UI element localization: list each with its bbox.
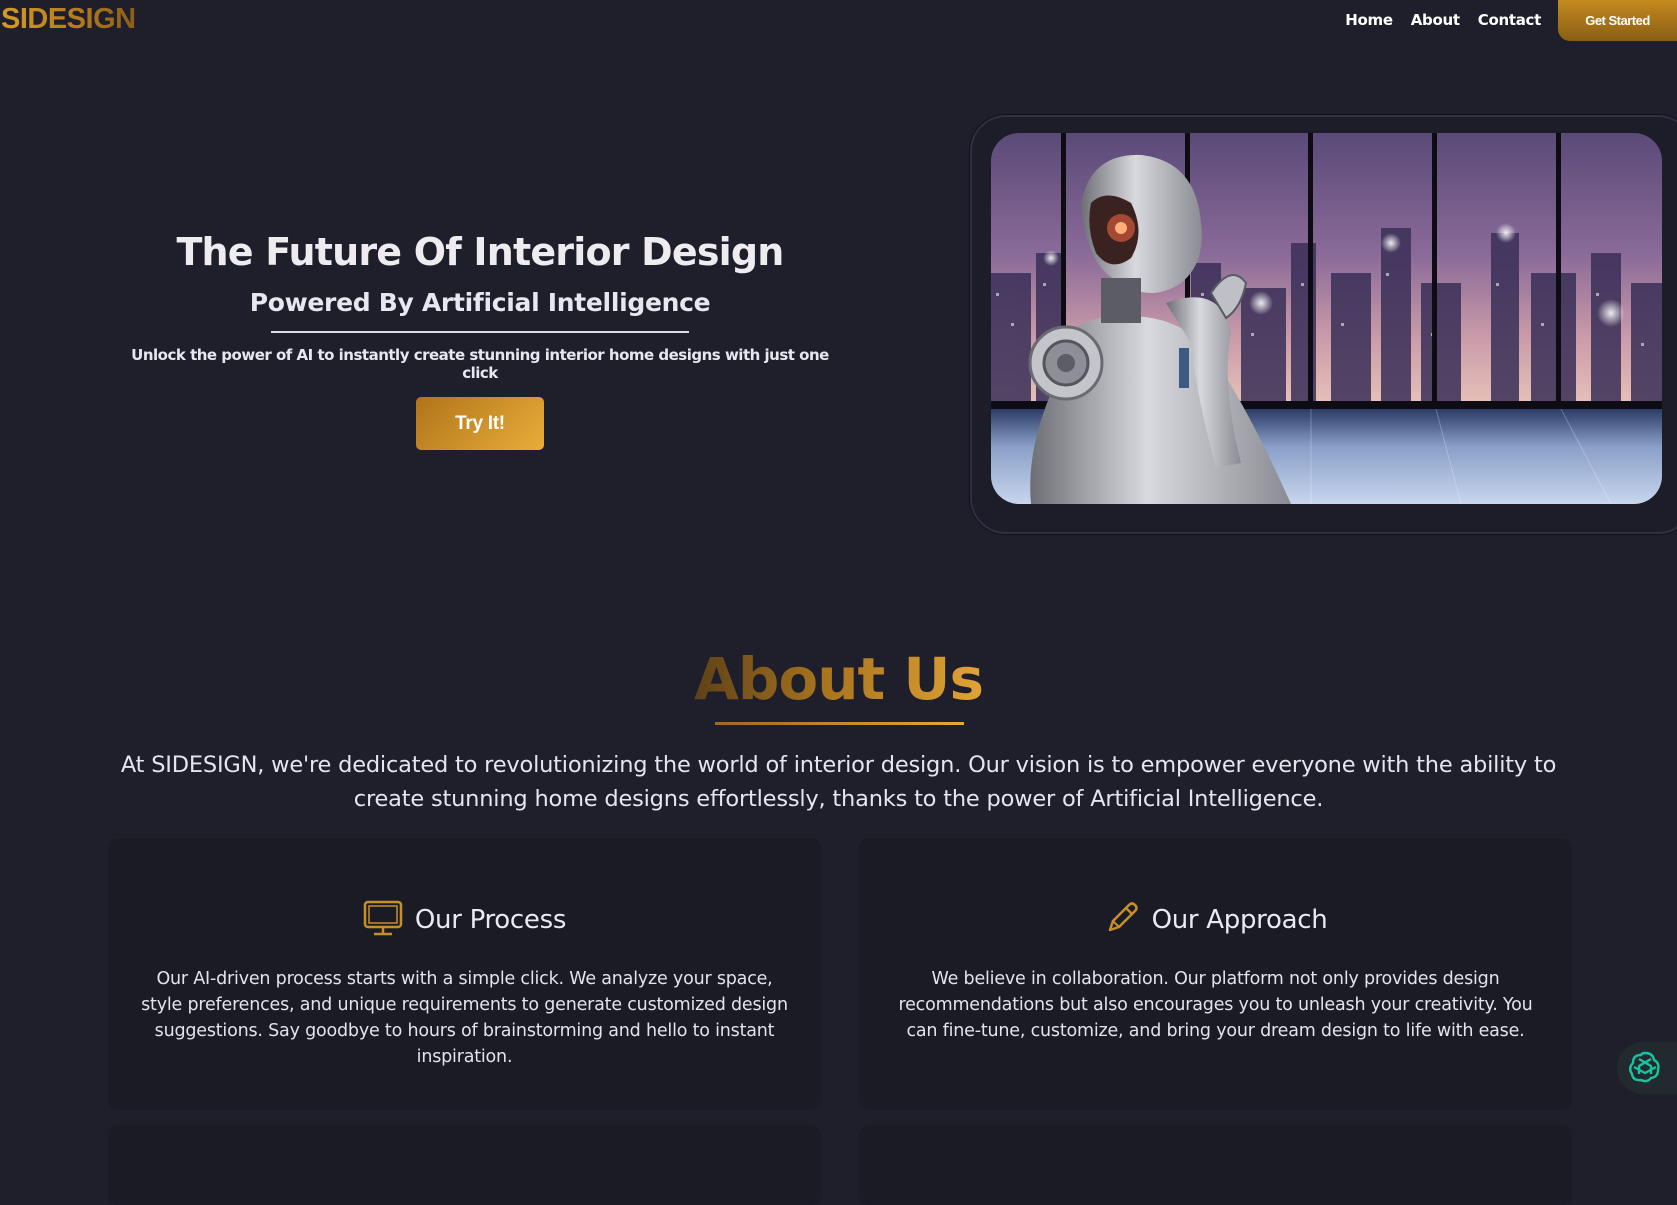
pencil-icon: [1104, 900, 1140, 940]
hero-description: Unlock the power of AI to instantly crea…: [131, 346, 829, 382]
nav-link-about[interactable]: About: [1411, 11, 1460, 29]
hero-image: [991, 133, 1662, 504]
process-card-header: Our Process: [108, 900, 821, 940]
approach-card: Our Approach We believe in collaboration…: [859, 838, 1572, 1110]
about-title-underline: [715, 722, 964, 725]
hero-image-frame: [970, 115, 1677, 534]
nav-link-home[interactable]: Home: [1345, 11, 1393, 29]
about-description: At SIDESIGN, we're dedicated to revoluti…: [120, 752, 1557, 812]
hero-subtitle: Powered By Artificial Intelligence: [249, 288, 711, 317]
hero-divider: [271, 331, 689, 333]
try-it-button[interactable]: Try It!: [416, 397, 544, 450]
chat-widget-button[interactable]: [1617, 1042, 1677, 1094]
feature-card: [108, 1125, 821, 1205]
nav-link-contact[interactable]: Contact: [1478, 11, 1542, 29]
brand-logo[interactable]: SIDESIGN: [1, 3, 136, 36]
approach-card-header: Our Approach: [859, 900, 1572, 940]
hero-section: The Future Of Interior Design Powered By…: [120, 230, 840, 450]
process-card-title: Our Process: [414, 905, 567, 935]
monitor-icon: [363, 900, 403, 940]
approach-card-body: We believe in collaboration. Our platfor…: [898, 969, 1533, 1041]
top-navbar: SIDESIGN Home About Contact Get Started: [0, 0, 1677, 44]
hero-title: The Future Of Interior Design: [176, 230, 784, 274]
about-title: About Us: [693, 645, 984, 713]
nav-links: Home About Contact: [1345, 11, 1541, 29]
feature-card: [859, 1125, 1572, 1205]
openai-icon: [1625, 1047, 1665, 1090]
process-card-body: Our AI-driven process starts with a simp…: [141, 969, 788, 1067]
process-card: Our Process Our AI-driven process starts…: [108, 838, 821, 1110]
approach-card-title: Our Approach: [1151, 905, 1328, 935]
get-started-button[interactable]: Get Started: [1558, 0, 1677, 41]
